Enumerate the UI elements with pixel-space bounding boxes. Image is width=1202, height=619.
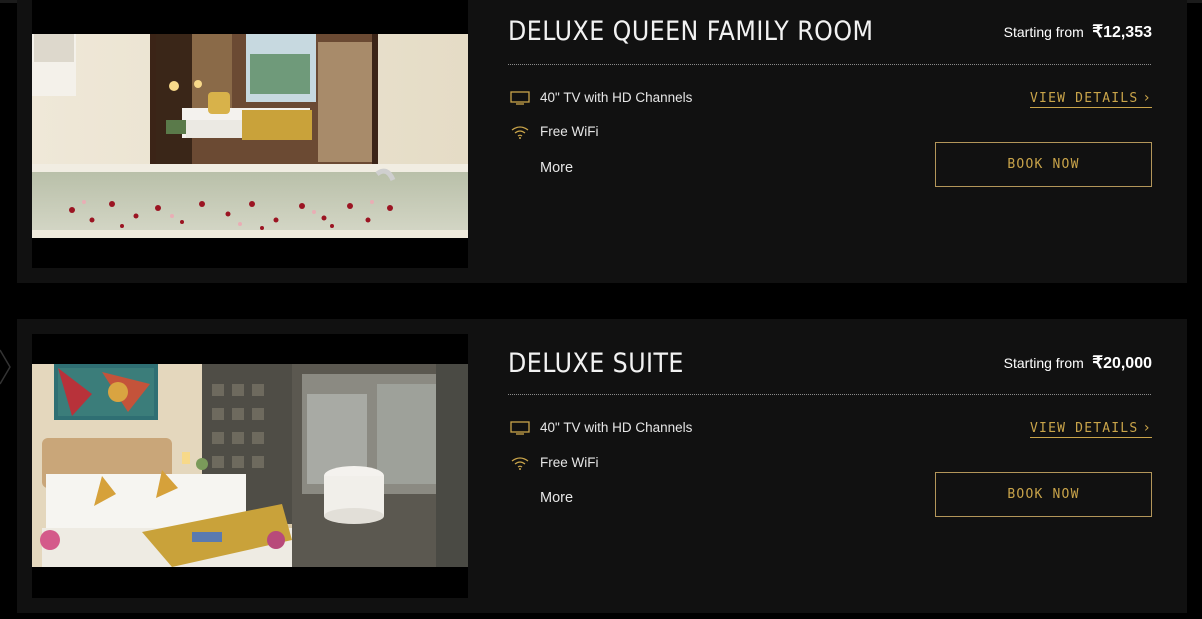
amenity-wifi: Free WiFi <box>510 124 599 139</box>
amenity-tv: 40" TV with HD Channels <box>510 420 692 435</box>
view-details-link[interactable]: VIEW DETAILS › <box>1030 90 1152 108</box>
carousel-prev-arrow-icon[interactable] <box>0 348 12 386</box>
room-card: DELUXE QUEEN FAMILY ROOM Starting from ₹… <box>17 0 1187 283</box>
currency-symbol: ₹ <box>1092 22 1104 41</box>
price-amount: 20,000 <box>1103 355 1152 372</box>
tv-icon <box>510 90 530 105</box>
wifi-icon <box>511 456 529 470</box>
room-photo[interactable] <box>32 34 468 238</box>
room-card: DELUXE SUITE Starting from ₹20,000 40" T… <box>17 319 1187 613</box>
room-photo-frame <box>32 0 468 268</box>
currency-symbol: ₹ <box>1092 353 1104 372</box>
amenity-label: 40" TV with HD Channels <box>540 90 693 105</box>
room-photo[interactable] <box>32 364 468 567</box>
view-details-label: VIEW DETAILS <box>1030 91 1139 106</box>
more-amenities-link[interactable]: More <box>540 490 573 506</box>
room-title: DELUXE QUEEN FAMILY ROOM <box>508 16 874 47</box>
room-price: Starting from ₹20,000 <box>1004 353 1152 373</box>
room-photo-frame <box>32 334 468 598</box>
amenity-tv: 40" TV with HD Channels <box>510 90 692 105</box>
divider <box>508 64 1151 65</box>
price-amount: 12,353 <box>1103 24 1152 41</box>
view-details-link[interactable]: VIEW DETAILS › <box>1030 420 1152 438</box>
price-label: Starting from <box>1003 24 1084 40</box>
amenity-wifi: Free WiFi <box>510 455 599 470</box>
book-now-button[interactable]: BOOK NOW <box>935 472 1152 517</box>
room-title: DELUXE SUITE <box>508 348 684 379</box>
more-amenities-link[interactable]: More <box>540 160 573 176</box>
tv-icon <box>510 420 530 435</box>
divider <box>508 394 1151 395</box>
room-price: Starting from ₹12,353 <box>1004 22 1152 42</box>
price-label: Starting from <box>1003 355 1084 371</box>
amenity-label: Free WiFi <box>540 455 599 470</box>
chevron-right-icon: › <box>1142 90 1152 106</box>
view-details-label: VIEW DETAILS <box>1030 421 1139 436</box>
amenity-label: Free WiFi <box>540 124 599 139</box>
chevron-right-icon: › <box>1142 420 1152 436</box>
book-now-button[interactable]: BOOK NOW <box>935 142 1152 187</box>
wifi-icon <box>511 125 529 139</box>
amenity-label: 40" TV with HD Channels <box>540 420 693 435</box>
